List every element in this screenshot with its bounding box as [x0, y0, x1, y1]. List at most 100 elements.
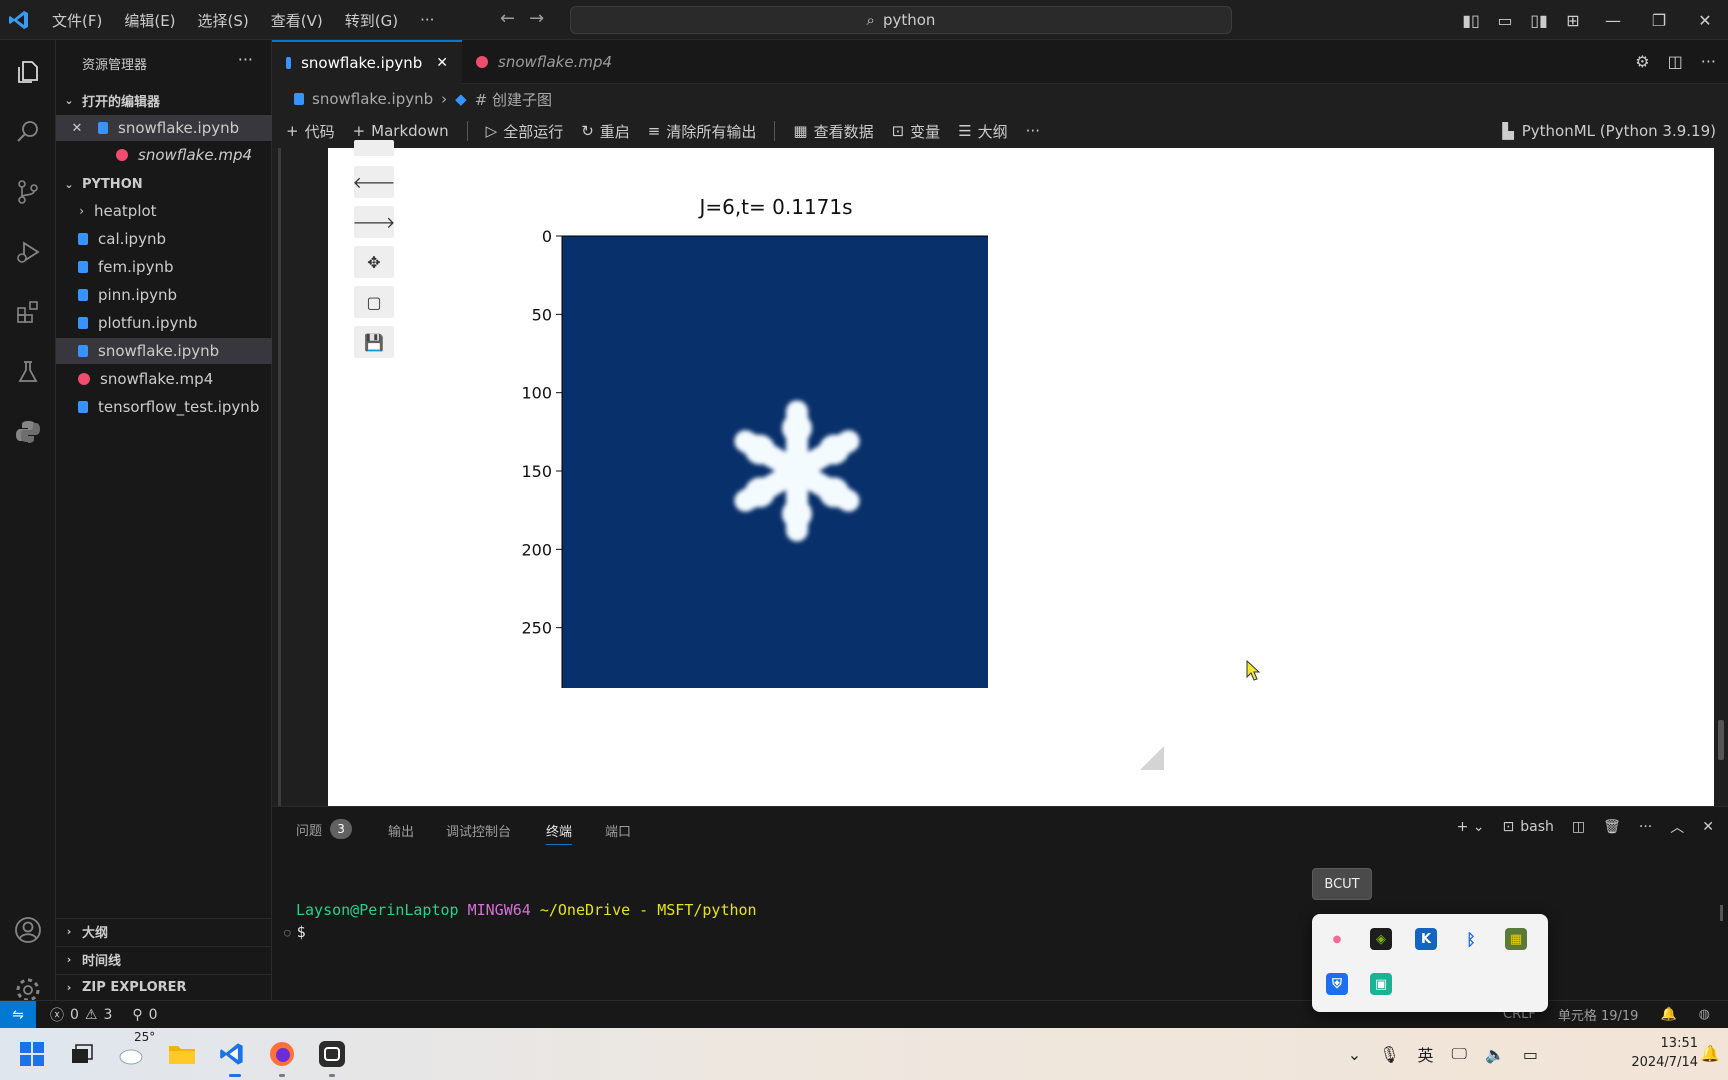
- folder-item-heatplot[interactable]: › heatplot: [56, 198, 272, 224]
- microphone-icon[interactable]: 🎙: [1379, 1045, 1399, 1064]
- back-arrow-icon[interactable]: ←: [500, 8, 515, 29]
- file-explorer-icon[interactable]: [164, 1036, 200, 1072]
- k-app-icon[interactable]: K: [1415, 928, 1437, 950]
- volume-icon[interactable]: 🔈: [1485, 1045, 1505, 1064]
- toggle-primary-sidebar-icon[interactable]: ▮▯: [1454, 11, 1488, 30]
- menu-go[interactable]: 转到(G): [345, 10, 398, 31]
- timeline-section[interactable]: › 时间线: [56, 946, 272, 972]
- mpl-home-button[interactable]: [354, 140, 394, 156]
- network-icon[interactable]: 🖵: [1452, 1044, 1467, 1064]
- notification-bell-icon[interactable]: 🔔: [1700, 1044, 1720, 1063]
- file-item[interactable]: plotfun.ipynb: [56, 310, 272, 336]
- search-view-icon[interactable]: [0, 108, 56, 156]
- kernel-picker[interactable]: ▙ PythonML (Python 3.9.19): [1502, 114, 1716, 148]
- add-markdown-button[interactable]: + Markdown: [353, 122, 449, 140]
- remote-indicator-icon[interactable]: ⇋: [0, 1001, 36, 1029]
- problems-status[interactable]: ⓧ 0 ⚠ 3 ⚲ 0: [50, 1005, 158, 1025]
- back-arrow-icon[interactable]: 🡐: [353, 166, 395, 198]
- python-folder-section[interactable]: ⌄ PYTHON: [56, 171, 272, 197]
- pan-move-icon[interactable]: ✥: [354, 246, 394, 278]
- clear-outputs-button[interactable]: ≡ 清除所有输出: [648, 121, 757, 142]
- tab-output[interactable]: 输出: [388, 821, 414, 840]
- explorer-icon[interactable]: [0, 48, 56, 96]
- zip-explorer-section[interactable]: › ZIP EXPLORER: [56, 974, 272, 1000]
- show-hidden-icons-chevron-icon[interactable]: ⌄: [1348, 1045, 1361, 1064]
- battery-icon[interactable]: ▭: [1523, 1045, 1538, 1064]
- bluetooth-icon[interactable]: ᛒ: [1460, 928, 1482, 950]
- editor-scrollbar[interactable]: [1718, 720, 1724, 760]
- menu-view[interactable]: 查看(V): [271, 10, 323, 31]
- add-code-button[interactable]: + 代码: [286, 121, 335, 142]
- command-center-search[interactable]: ⌕ python: [570, 6, 1232, 34]
- tab-terminal[interactable]: 终端: [546, 821, 573, 845]
- restart-button[interactable]: ↻ 重启: [581, 121, 630, 142]
- file-item[interactable]: cal.ipynb: [56, 226, 272, 252]
- file-item-selected[interactable]: snowflake.ipynb: [56, 338, 272, 364]
- open-editor-item[interactable]: ✕ snowflake.ipynb: [56, 115, 272, 141]
- minimize-icon[interactable]: —: [1590, 11, 1636, 30]
- tab-snowflake-ipynb[interactable]: snowflake.ipynb ✕: [272, 40, 462, 84]
- menu-edit[interactable]: 编辑(E): [124, 10, 175, 31]
- copilot-icon[interactable]: ◍: [1699, 1007, 1710, 1022]
- more-actions-icon[interactable]: ···: [1701, 52, 1716, 71]
- breadcrumb-file[interactable]: snowflake.ipynb: [312, 90, 433, 108]
- screen-capture-app-icon[interactable]: [314, 1036, 350, 1072]
- more-actions-icon[interactable]: ···: [1026, 122, 1040, 140]
- record-dot-icon[interactable]: ●: [1326, 928, 1348, 950]
- gpu-monitor-icon[interactable]: ▦: [1505, 928, 1527, 950]
- close-editor-icon[interactable]: ✕: [56, 121, 98, 136]
- close-panel-icon[interactable]: ✕: [1702, 819, 1714, 835]
- ime-indicator[interactable]: 英: [1418, 1042, 1434, 1066]
- testing-icon[interactable]: [0, 348, 56, 396]
- open-editor-item[interactable]: snowflake.mp4: [56, 142, 272, 168]
- tab-snowflake-mp4[interactable]: snowflake.mp4: [462, 40, 638, 84]
- toggle-secondary-sidebar-icon[interactable]: ▯▮: [1522, 11, 1556, 30]
- toggle-panel-icon[interactable]: ▭: [1488, 11, 1522, 30]
- tab-debug-console[interactable]: 调试控制台: [446, 821, 511, 840]
- new-terminal-icon[interactable]: + ⌄: [1457, 819, 1485, 835]
- run-and-debug-icon[interactable]: [0, 228, 56, 276]
- file-item[interactable]: fem.ipynb: [56, 254, 272, 280]
- windows-start-icon[interactable]: [14, 1036, 50, 1072]
- accounts-icon[interactable]: [0, 906, 56, 954]
- nvidia-icon[interactable]: ◈: [1370, 928, 1392, 950]
- vscode-taskbar-icon[interactable]: [214, 1036, 250, 1072]
- close-tab-icon[interactable]: ✕: [436, 55, 448, 71]
- breadcrumb-cell[interactable]: # 创建子图: [475, 89, 552, 110]
- forward-arrow-icon[interactable]: 🡒: [353, 206, 395, 238]
- close-window-icon[interactable]: ✕: [1682, 11, 1728, 30]
- menu-more[interactable]: ···: [420, 11, 434, 29]
- outline-button[interactable]: ☰ 大纲: [958, 121, 1007, 142]
- tab-problems[interactable]: 问题 3: [296, 819, 353, 839]
- file-item[interactable]: tensorflow_test.ipynb: [56, 394, 272, 420]
- more-actions-icon[interactable]: ···: [1639, 819, 1652, 835]
- trash-icon[interactable]: 🗑: [1603, 819, 1621, 835]
- menu-selection[interactable]: 选择(S): [198, 10, 249, 31]
- source-control-icon[interactable]: [0, 168, 56, 216]
- settings-gear-icon[interactable]: ⚙: [1635, 52, 1649, 71]
- file-item[interactable]: snowflake.mp4: [56, 366, 272, 392]
- save-figure-icon[interactable]: 💾: [354, 326, 394, 358]
- firefox-icon[interactable]: [264, 1036, 300, 1072]
- terminal-input-line[interactable]: ○ $: [284, 923, 306, 941]
- extensions-icon[interactable]: [0, 288, 56, 336]
- restore-icon[interactable]: ❐: [1636, 11, 1682, 30]
- notifications-bell-icon[interactable]: 🔔: [1660, 1007, 1676, 1022]
- outline-section[interactable]: › 大纲: [56, 918, 272, 944]
- view-data-button[interactable]: ▦ 查看数据: [793, 121, 873, 142]
- maximize-panel-icon[interactable]: ︿: [1670, 817, 1684, 837]
- menu-file[interactable]: 文件(F): [52, 10, 102, 31]
- tab-ports[interactable]: 端口: [605, 821, 631, 840]
- split-editor-icon[interactable]: ◫: [1668, 52, 1683, 71]
- terminal-shell-selector[interactable]: ⊡ bash: [1503, 819, 1554, 835]
- variables-button[interactable]: ⊡ 变量: [892, 121, 941, 142]
- panel-scrollbar[interactable]: [1720, 905, 1723, 921]
- cell-position-status[interactable]: 单元格 19/19: [1558, 1005, 1639, 1024]
- forward-arrow-icon[interactable]: →: [529, 8, 544, 29]
- more-actions-icon[interactable]: ···: [238, 50, 253, 69]
- wallet-app-icon[interactable]: ▣: [1370, 973, 1392, 995]
- zoom-rect-icon[interactable]: ▢: [354, 286, 394, 318]
- open-editors-section[interactable]: ⌄ 打开的编辑器: [56, 87, 272, 113]
- split-terminal-icon[interactable]: ◫: [1572, 819, 1585, 835]
- taskbar-clock[interactable]: 13:51 2024/7/14: [1631, 1034, 1698, 1072]
